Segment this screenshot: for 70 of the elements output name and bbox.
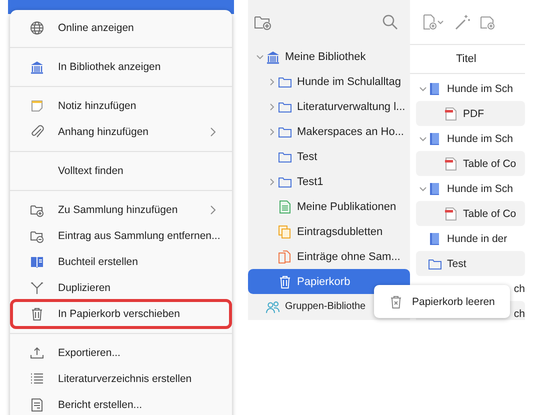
pdf-icon bbox=[444, 206, 458, 220]
menu-item[interactable]: Duplizieren bbox=[12, 275, 230, 301]
paperclip-icon bbox=[30, 125, 44, 139]
item-row[interactable]: PDF bbox=[416, 101, 525, 126]
unfiled-icon bbox=[278, 250, 292, 264]
menu-item[interactable]: Anhang hinzufügen bbox=[12, 119, 230, 145]
menu-item[interactable]: In Papierkorb verschieben bbox=[12, 301, 230, 327]
folder-icon bbox=[428, 256, 442, 270]
book-icon bbox=[428, 232, 442, 246]
pdf-icon bbox=[444, 156, 458, 170]
item-row[interactable]: Hunde im Sch bbox=[416, 76, 525, 101]
tree-item[interactable]: Papierkorb bbox=[248, 269, 410, 294]
magic-wand-icon[interactable] bbox=[454, 14, 470, 30]
book-icon bbox=[428, 182, 442, 196]
popup-menu[interactable]: Papierkorb leeren bbox=[374, 285, 510, 318]
empty-trash-icon bbox=[390, 294, 402, 308]
report-icon bbox=[30, 398, 44, 412]
item-row[interactable]: Hunde im Sch bbox=[416, 126, 525, 151]
tree-item[interactable]: Meine Publikationen bbox=[248, 194, 410, 219]
menu-item[interactable]: Bericht erstellen... bbox=[12, 392, 230, 415]
globe-icon bbox=[30, 21, 44, 35]
upload-icon bbox=[30, 346, 44, 360]
menu-item[interactable]: Notiz hinzufügen bbox=[12, 93, 230, 119]
tree-item[interactable]: Test1 bbox=[248, 169, 410, 194]
duplicate-icon bbox=[278, 224, 292, 238]
trash-icon bbox=[278, 274, 292, 288]
menu-item[interactable]: Online anzeigen bbox=[12, 15, 230, 41]
menu-item[interactable]: Zu Sammlung hinzufügen bbox=[12, 197, 230, 223]
folder-icon bbox=[278, 150, 292, 164]
search-icon[interactable] bbox=[382, 14, 398, 30]
fork-icon bbox=[30, 281, 44, 295]
item-row[interactable]: Table of Co bbox=[416, 151, 525, 176]
tree-item[interactable]: Meine Bibliothek bbox=[248, 44, 410, 69]
item-row[interactable]: Hunde im Sch bbox=[416, 176, 525, 201]
book-icon bbox=[428, 82, 442, 96]
folder-icon bbox=[278, 174, 292, 188]
menu-item[interactable]: Literaturverzeichnis erstellen bbox=[12, 366, 230, 392]
column-header[interactable]: Titel bbox=[456, 53, 476, 65]
folder-icon bbox=[278, 100, 292, 114]
note-icon bbox=[30, 99, 44, 113]
book-icon bbox=[428, 132, 442, 146]
building-icon bbox=[266, 50, 280, 64]
tree-item[interactable]: Eintragsdubletten bbox=[248, 219, 410, 244]
folder-plus-icon bbox=[30, 203, 44, 217]
pdf-icon bbox=[444, 106, 458, 120]
building-icon bbox=[30, 60, 44, 74]
item-row[interactable]: Hunde in der bbox=[416, 226, 525, 251]
menu-item[interactable]: Exportieren... bbox=[12, 340, 230, 366]
book-icon bbox=[30, 255, 44, 269]
item-row[interactable]: Test bbox=[416, 251, 525, 276]
menu-item[interactable]: In Bibliothek anzeigen bbox=[12, 54, 230, 80]
folder-minus-icon bbox=[30, 229, 44, 243]
trash-icon bbox=[30, 307, 44, 321]
add-attachment-icon[interactable] bbox=[480, 14, 496, 30]
tree-item[interactable]: Test bbox=[248, 144, 410, 169]
tree-item[interactable]: Literaturverwaltung l... bbox=[248, 94, 410, 119]
new-collection-icon[interactable] bbox=[254, 14, 272, 30]
folder-icon bbox=[278, 124, 292, 138]
menu-item[interactable]: Eintrag aus Sammlung entfernen... bbox=[12, 223, 230, 249]
tree-item[interactable]: Hunde im Schulalltag bbox=[248, 69, 410, 94]
folder-icon bbox=[278, 74, 292, 88]
new-item-icon[interactable] bbox=[422, 14, 444, 30]
people-icon bbox=[266, 300, 280, 314]
menu-item[interactable]: Volltext finden bbox=[12, 158, 230, 184]
menu-item[interactable]: Buchteil erstellen bbox=[12, 249, 230, 275]
item-row[interactable]: Table of Co bbox=[416, 201, 525, 226]
tree-item[interactable]: Einträge ohne Sam... bbox=[248, 244, 410, 269]
tree-item[interactable]: Makerspaces an Ho... bbox=[248, 119, 410, 144]
list-icon bbox=[30, 372, 44, 386]
document-icon bbox=[278, 200, 292, 214]
